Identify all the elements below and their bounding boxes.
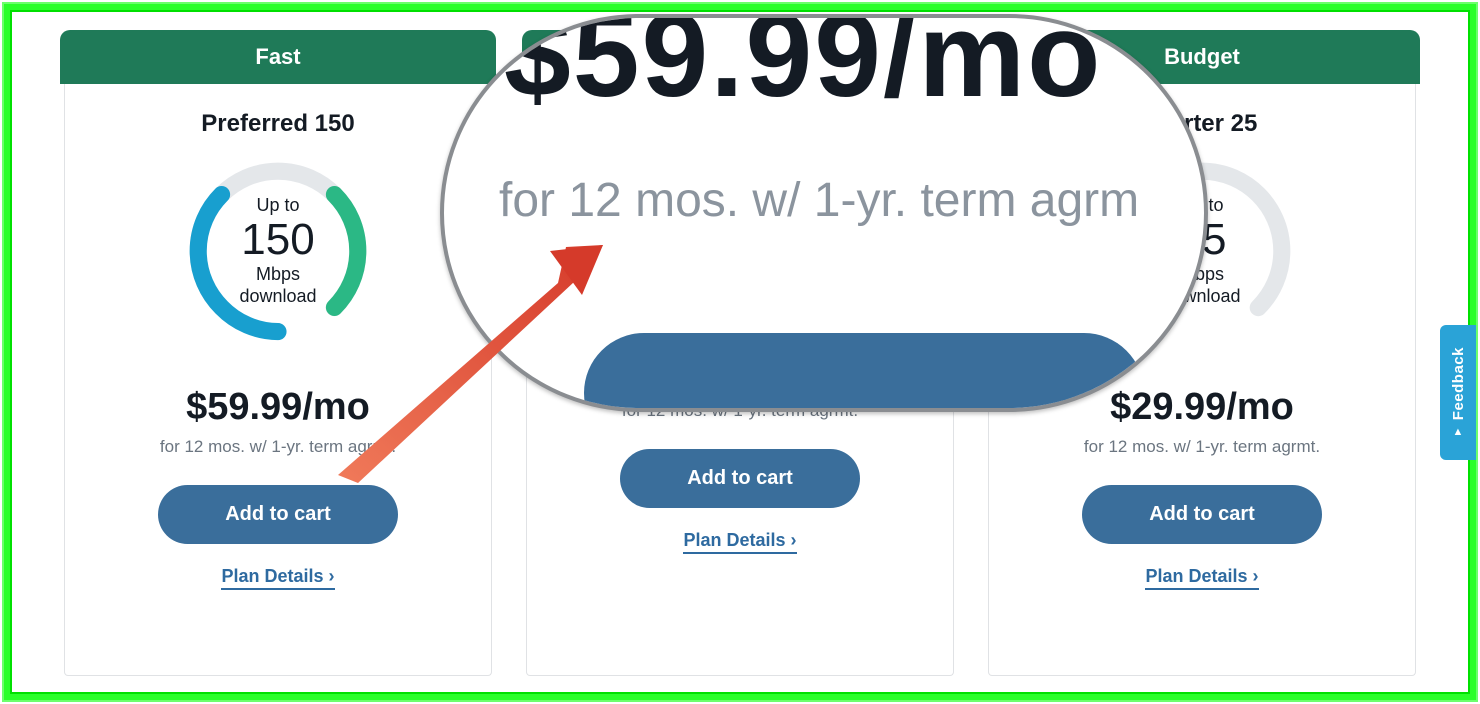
feedback-label: Feedback: [1450, 347, 1467, 420]
plan-price: $59.99/mo: [93, 386, 463, 429]
add-to-cart-button[interactable]: Add to cart: [158, 485, 398, 544]
magnifier-button-fragment: [584, 333, 1144, 412]
feedback-arrow-icon: ▲: [1453, 426, 1464, 438]
magnifier-terms: for 12 mos. w/ 1-yr. term agrm: [499, 173, 1139, 228]
plan-terms: for 12 mos. w/ 1-yr. term agrmt.: [93, 437, 463, 457]
gauge-unit: Mbps: [256, 264, 300, 286]
plan-details-link[interactable]: Plan Details ›: [555, 530, 925, 551]
plan-tier-label: Fast: [60, 30, 496, 84]
magnifier-price: $59.99/mo: [504, 14, 1184, 124]
add-to-cart-button[interactable]: Add to cart: [1082, 485, 1322, 544]
plan-terms: for 12 mos. w/ 1-yr. term agrmt.: [1017, 437, 1387, 457]
feedback-tab[interactable]: Feedback ▲: [1440, 325, 1476, 460]
gauge-speed: 150: [241, 218, 314, 262]
plan-card-fast: Fast Preferred 150 Up to 150 Mbps: [64, 30, 492, 674]
gauge-upto: Up to: [256, 195, 299, 216]
add-to-cart-button[interactable]: Add to cart: [620, 449, 860, 508]
plan-name: Preferred 150: [93, 110, 463, 138]
speed-gauge: Up to 150 Mbps download: [183, 156, 373, 346]
plan-details-link[interactable]: Plan Details ›: [1017, 566, 1387, 587]
plan-details-link[interactable]: Plan Details ›: [93, 566, 463, 587]
gauge-sub: download: [239, 286, 316, 308]
magnifier-callout: $59.99/mo for 12 mos. w/ 1-yr. term agrm: [440, 14, 1208, 412]
